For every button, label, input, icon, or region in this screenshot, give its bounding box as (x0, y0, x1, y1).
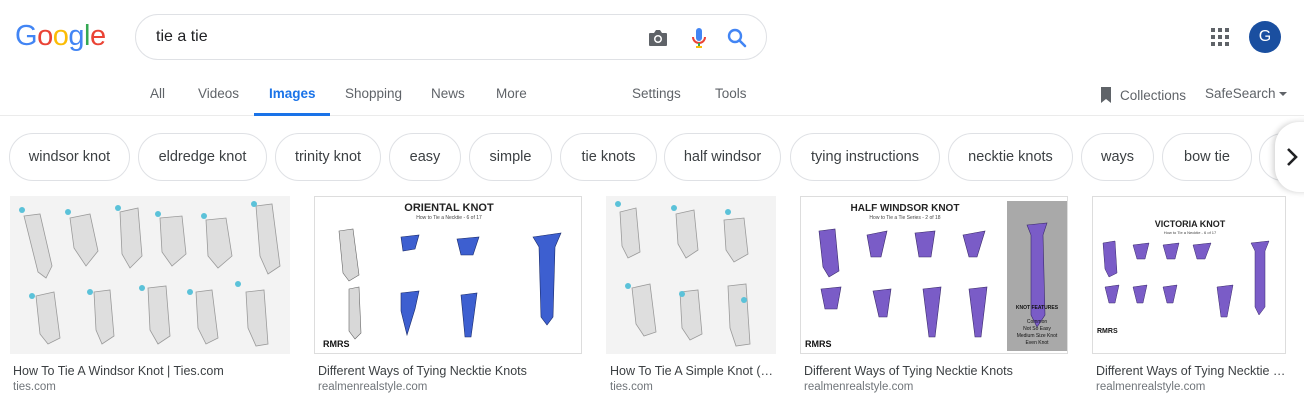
bookmark-icon (1101, 87, 1111, 103)
chip-bow-tie[interactable]: bow tie (1162, 133, 1252, 181)
search-tabs: All Videos Images Shopping News More Set… (0, 76, 1304, 116)
poster-brand: RMRS (805, 339, 832, 349)
logo-letter: o (37, 20, 53, 52)
chip-tie-knots[interactable]: tie knots (560, 133, 657, 181)
collections-button[interactable]: Collections (1098, 86, 1186, 104)
logo-letter: e (89, 20, 106, 52)
chip-simple[interactable]: simple (469, 133, 552, 181)
feature-item: Not So Easy (1023, 326, 1051, 332)
related-searches: windsor knot eldredge knot trinity knot … (0, 133, 1304, 181)
result-source: realmenrealstyle.com (804, 381, 914, 393)
chip-ways[interactable]: ways (1081, 133, 1154, 181)
chevron-right-icon (1287, 148, 1298, 166)
tab-tools[interactable]: Tools (715, 86, 747, 101)
poster-title: ORIENTAL KNOT (404, 202, 494, 214)
logo-letter: o (52, 20, 69, 52)
google-logo[interactable]: Google (15, 20, 106, 54)
tab-all[interactable]: All (150, 86, 165, 101)
caret-down-icon (1278, 91, 1287, 96)
active-tab-indicator (254, 113, 330, 116)
logo-letter: G (15, 20, 38, 52)
search-icon[interactable] (725, 26, 749, 50)
chip-necktie-knots[interactable]: necktie knots (948, 133, 1073, 181)
result-title[interactable]: Different Ways of Tying Necktie Knots (318, 364, 586, 378)
safesearch-button[interactable]: SafeSearch (1205, 86, 1288, 101)
chip-half-windsor[interactable]: half windsor (664, 133, 781, 181)
avatar-initial: G (1258, 28, 1272, 45)
result-thumbnail[interactable] (10, 196, 290, 354)
account-avatar[interactable]: G (1249, 21, 1281, 53)
poster-subtitle: How to Tie a Tie Series - 2 of 18 (869, 215, 940, 221)
result-title[interactable]: Different Ways of Tying Necktie … (1096, 364, 1290, 378)
result-thumbnail[interactable]: VICTORIA KNOT How to Tie a Necktie - 6 o… (1092, 196, 1286, 354)
search-box (135, 14, 767, 60)
poster-title: VICTORIA KNOT (1155, 219, 1226, 229)
feature-item: Even Knot (1025, 340, 1049, 346)
safesearch-label: SafeSearch (1205, 86, 1276, 101)
chip-easy[interactable]: easy (389, 133, 461, 181)
poster-subtitle: How to Tie a Necktie - 6 of 17 (416, 215, 482, 221)
chip-windsor-knot[interactable]: windsor knot (9, 133, 130, 181)
result-title[interactable]: Different Ways of Tying Necktie Knots (804, 364, 1072, 378)
features-title: KNOT FEATURES (1016, 305, 1059, 311)
apps-grid-icon[interactable] (1208, 25, 1232, 49)
chip-eldredge-knot[interactable]: eldredge knot (138, 133, 267, 181)
poster-brand: RMRS (1097, 328, 1118, 335)
result-title[interactable]: How To Tie A Windsor Knot | Ties.com (13, 364, 293, 378)
result-source: realmenrealstyle.com (1096, 381, 1206, 393)
chip-trinity-knot[interactable]: trinity knot (275, 133, 381, 181)
result-thumbnail[interactable]: ORIENTAL KNOT How to Tie a Necktie - 6 o… (314, 196, 582, 354)
tab-more[interactable]: More (496, 86, 527, 101)
logo-letter: g (68, 20, 84, 52)
tab-news[interactable]: News (431, 86, 465, 101)
camera-icon[interactable] (646, 26, 670, 50)
feature-item: Medium Size Knot (1017, 333, 1058, 339)
feature-item: Common (1027, 319, 1048, 325)
chips-next-button[interactable] (1275, 122, 1304, 192)
tab-settings[interactable]: Settings (632, 86, 681, 101)
poster-title: HALF WINDSOR KNOT (851, 203, 960, 214)
tab-shopping[interactable]: Shopping (345, 86, 402, 101)
result-thumbnail[interactable]: HALF WINDSOR KNOT How to Tie a Tie Serie… (800, 196, 1068, 354)
mic-icon[interactable] (687, 26, 711, 50)
result-thumbnail[interactable] (606, 196, 776, 354)
result-source: realmenrealstyle.com (318, 381, 428, 393)
poster-subtitle: How to Tie a Necktie - 6 of 17 (1164, 230, 1217, 235)
chip-tying-instructions[interactable]: tying instructions (790, 133, 940, 181)
search-input[interactable] (156, 25, 636, 49)
tab-videos[interactable]: Videos (198, 86, 239, 101)
poster-brand: RMRS (323, 339, 350, 349)
collections-label: Collections (1120, 87, 1187, 103)
result-source: ties.com (610, 381, 653, 393)
result-title[interactable]: How To Tie A Simple Knot (… (610, 364, 780, 378)
tab-images[interactable]: Images (269, 86, 316, 101)
result-source: ties.com (13, 381, 56, 393)
